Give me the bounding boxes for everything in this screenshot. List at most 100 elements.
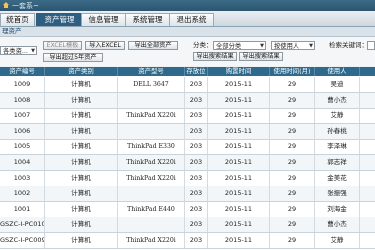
category-select[interactable]: 全部分类 ▼ [213,41,266,50]
excel-template-button[interactable]: EXCEL模板 [43,41,82,50]
col-user[interactable]: 使用人 [315,67,360,76]
chevron-down-icon: ▼ [309,43,313,49]
cell-category: 计算机 [45,170,118,186]
export-all-assets-button[interactable]: 导出全部资产 [128,41,178,50]
search-field-select[interactable]: 按使用人 ▼ [271,41,315,50]
col-asset-id[interactable]: 资产编号 [0,67,45,76]
cell-model: ThinkPad X220i [118,155,185,170]
cell-location: 203 [185,139,208,155]
cell-actions [360,171,375,186]
table-row[interactable]: GSZC-I-PC0100 计算机 203 2015-11 29 曹小杰 [0,217,375,234]
cell-months: 29 [270,170,315,186]
cell-location: 203 [185,108,208,124]
export-over-5-years-button[interactable]: 导出超过5年资产 [43,53,103,62]
cell-model: ThinkPad E440 [118,201,185,217]
table-row[interactable]: 1004 计算机 ThinkPad X220i 203 2015-11 29 郭志祥 [0,155,375,171]
cell-id: 1002 [0,186,45,202]
col-asset-category[interactable]: 资产类别 [45,67,118,76]
cell-location: 203 [185,186,208,202]
table-row[interactable]: 1009 计算机 DELL 3647 203 2015-11 29 吴迪 [0,77,375,93]
cell-date: 2015-11 [208,92,270,108]
col-asset-model[interactable]: 资产型号 [118,67,185,76]
cell-category: 计算机 [45,233,118,248]
cell-actions [360,202,375,217]
cell-actions [360,124,375,139]
cell-date: 2015-11 [208,139,270,155]
table-row[interactable]: 1002 计算机 203 2015-11 29 张振强 [0,186,375,203]
cell-location: 203 [185,155,208,170]
col-location[interactable]: 存放位置 [185,67,208,84]
cell-user: 刘海金 [315,201,360,217]
cell-location: 203 [185,92,208,108]
cell-months: 29 [270,155,315,170]
cell-months: 29 [270,139,315,155]
tab-info-management[interactable]: 信息管理 [81,13,126,26]
cell-actions [360,233,375,248]
cell-id: GSZC-I-PC0099 [0,233,45,248]
table-row[interactable]: GSZC-I-PC0099 计算机 ThinkPad X220i 203 2015-11… [0,233,375,249]
tab-home[interactable]: 统首页 [0,13,35,26]
cell-location: 203 [185,77,208,92]
cell-months: 29 [270,186,315,202]
cell-user: 郭志祥 [315,155,360,170]
cell-months: 29 [270,123,315,139]
cell-date: 2015-11 [208,77,270,92]
tab-asset-management[interactable]: 资产管理 [36,13,83,26]
tab-logout[interactable]: 退出系统 [169,13,214,26]
cell-model: ThinkPad X220i [118,108,185,124]
cell-category: 计算机 [45,92,118,108]
cell-actions [360,108,375,123]
cell-user: 孙春桃 [315,123,360,139]
chevron-down-icon: ▼ [260,43,264,49]
search-field-select-value: 按使用人 [274,43,300,50]
window-titlebar: 一套系~ [0,0,375,11]
import-excel-button[interactable]: 导入EXCEL [85,41,125,50]
category-label: 分类： [193,41,213,49]
table-row[interactable]: 1008 计算机 203 2015-11 29 曹小杰 [0,92,375,109]
cell-user: 曹小杰 [315,92,360,108]
cell-actions [360,77,375,92]
cell-id: 1001 [0,201,45,217]
table-row[interactable]: 1001 计算机 ThinkPad E440 203 2015-11 29 刘海金 [0,201,375,218]
asset-type-select[interactable]: 各类资... ▼ [0,46,37,55]
col-months-used[interactable]: 使用时间(月) [270,67,315,76]
cell-user: 吴迪 [315,77,360,92]
col-purchase-date[interactable]: 购置时间 [208,67,270,76]
cell-location: 203 [185,170,208,186]
cell-user: 李泽琳 [315,139,360,155]
cell-model: ThinkPad X220i [118,233,185,248]
tab-system-management[interactable]: 系统管理 [125,13,170,26]
table-row[interactable]: 1007 计算机 ThinkPad X220i 203 2015-11 29 艾静 [0,108,375,125]
cell-months: 29 [270,201,315,217]
section-title: 理资产 [2,27,22,35]
cell-actions [360,186,375,201]
cell-id: 1007 [0,108,45,124]
table-header: 资产编号 资产类别 资产型号 存放位置 购置时间 使用时间(月) 使用人 [0,67,375,84]
cell-months: 29 [270,77,315,92]
window-title: 一套系~ [12,2,39,10]
cell-months: 29 [270,217,315,233]
cell-months: 29 [270,233,315,248]
export-search-results-button-2[interactable]: 导出搜索结果 [239,52,283,61]
cell-category: 计算机 [45,139,118,155]
cell-date: 2015-11 [208,123,270,139]
toolbar: 各类资... ▼ EXCEL模板 导入EXCEL 导出全部资产 导出超过5年资产… [0,37,375,66]
cell-location: 203 [185,123,208,139]
category-select-value: 全部分类 [216,43,242,50]
export-search-results-button[interactable]: 导出搜索结果 [193,52,237,61]
table-row[interactable]: 1005 计算机 ThinkPad E330 203 2015-11 29 李泽琳 [0,139,375,156]
main-nav: 统首页 资产管理 信息管理 系统管理 退出系统 [0,11,375,27]
cell-category: 计算机 [45,108,118,124]
cell-id: 1005 [0,139,45,155]
cell-id: 1008 [0,92,45,108]
cell-model: ThinkPad X220i [118,170,185,186]
table-row[interactable]: 1006 计算机 203 2015-11 29 孙春桃 [0,123,375,140]
search-keyword-label: 检索关键词： [329,41,368,49]
cell-model: DELL 3647 [118,77,185,92]
search-input[interactable] [367,41,375,50]
home-icon[interactable] [2,1,10,9]
cell-location: 203 [185,233,208,248]
cell-date: 2015-11 [208,108,270,124]
table-row[interactable]: 1003 计算机 ThinkPad X220i 203 2015-11 29 金美花 [0,170,375,187]
cell-date: 2015-11 [208,201,270,217]
